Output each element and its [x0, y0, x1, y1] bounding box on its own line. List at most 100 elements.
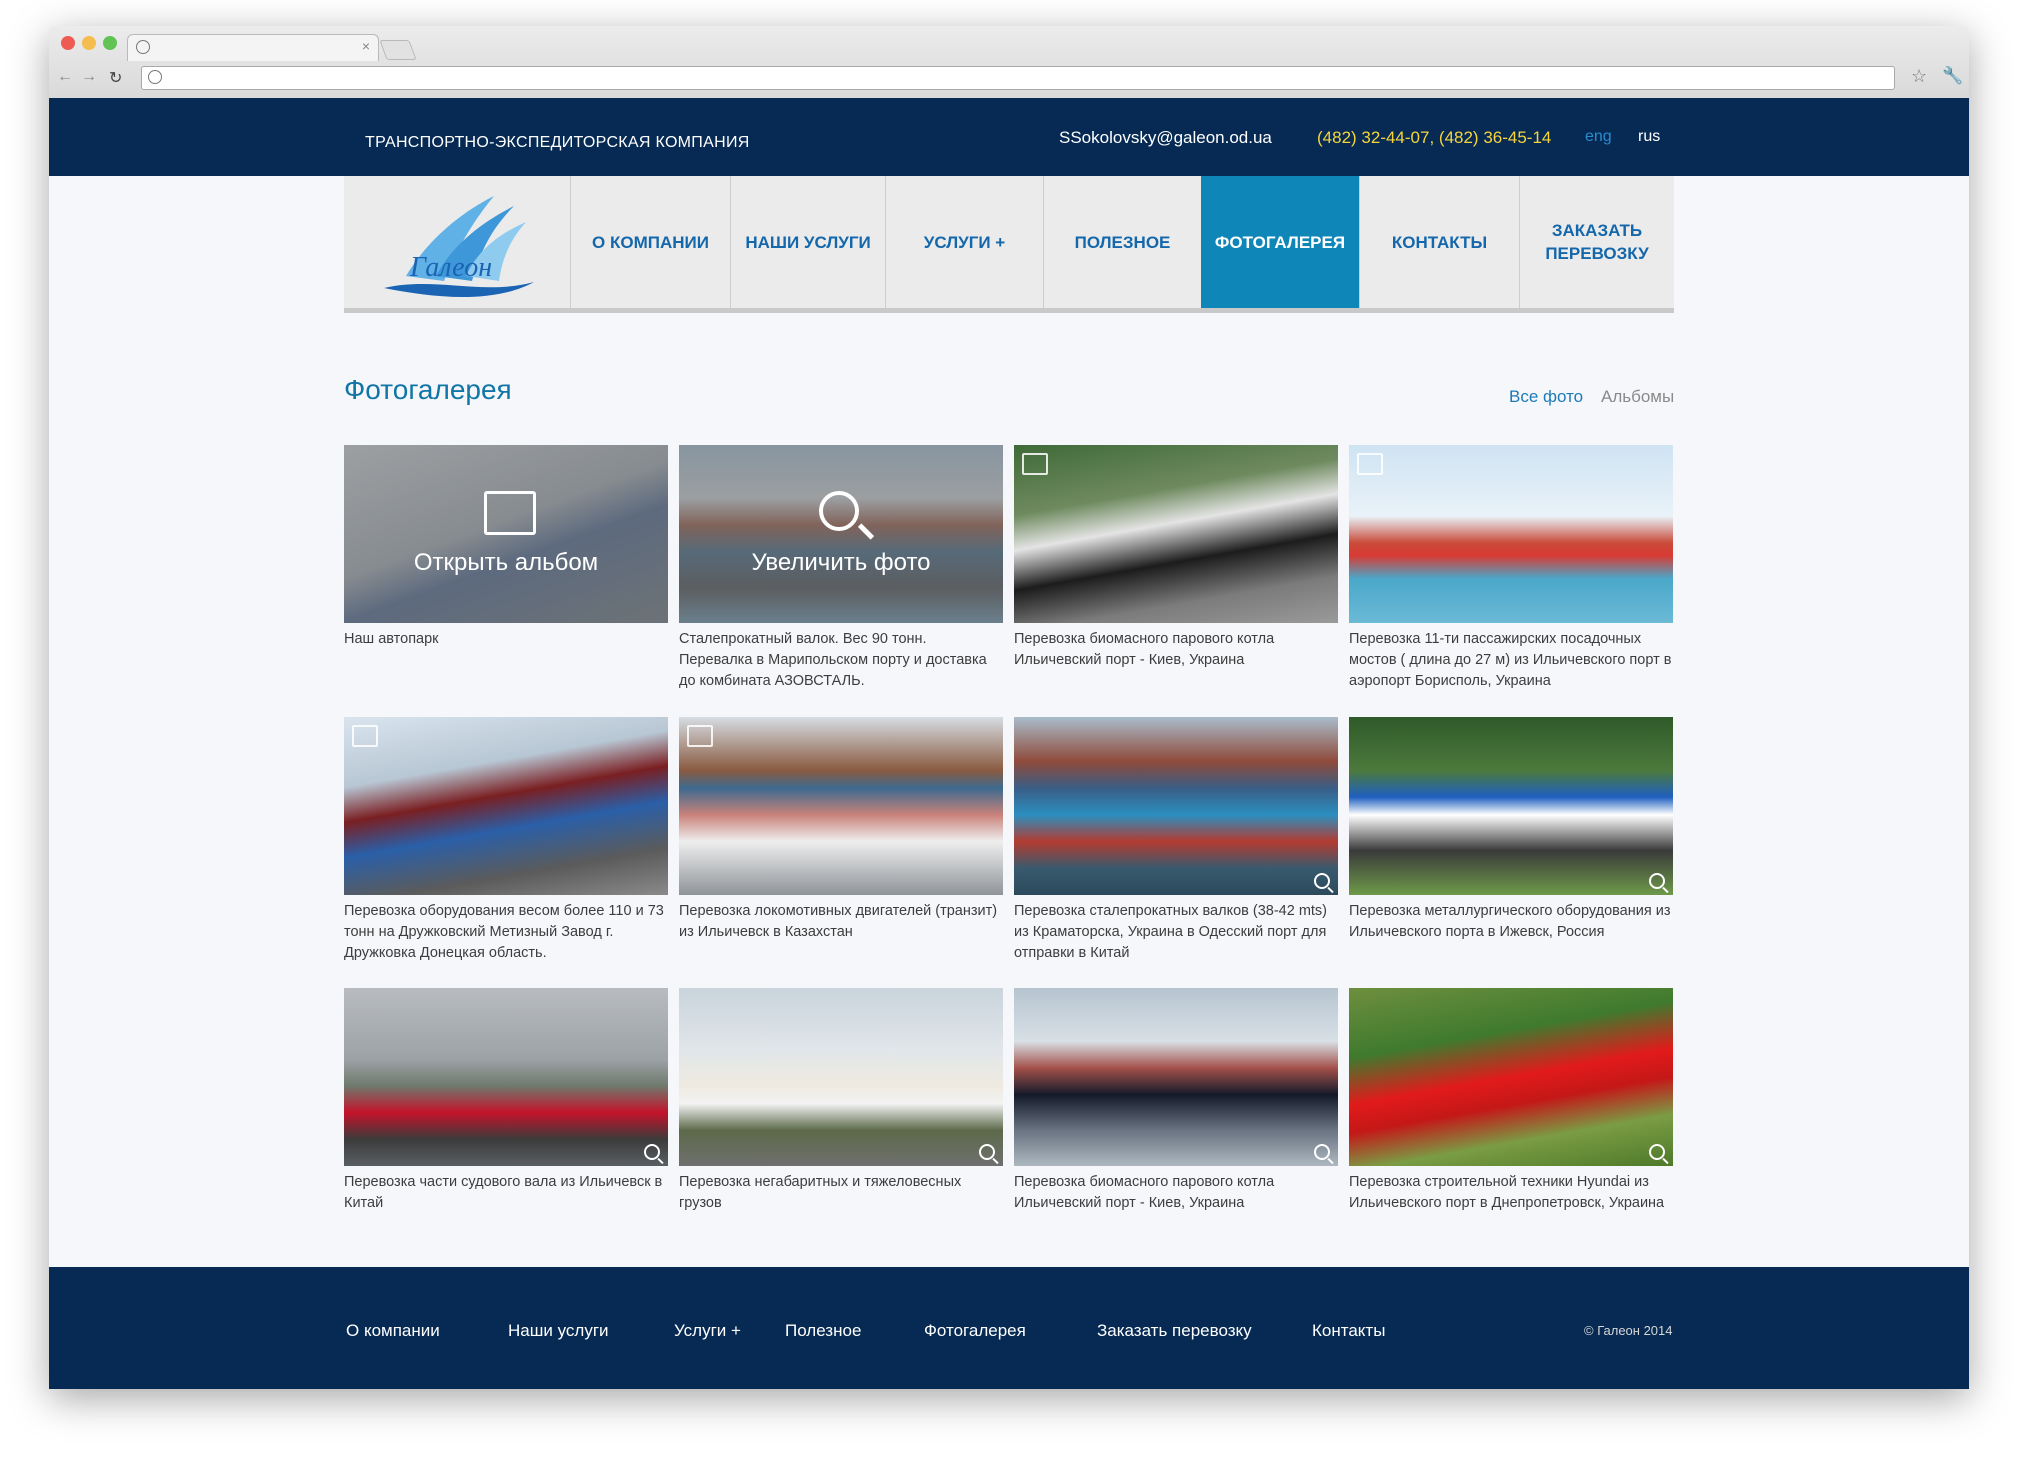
photo-caption: Перевозка биомасного парового котла Ильи… [1014, 1174, 1275, 1211]
page-title: Фотогалерея [344, 374, 512, 405]
close-tab-icon[interactable]: × [362, 38, 370, 54]
nav-useful[interactable]: ПОЛЕЗНОЕ [1043, 176, 1201, 308]
photo-red-truck-rain[interactable] [344, 988, 668, 1166]
logo-text: Галеон [410, 252, 493, 283]
filter-albums[interactable]: Альбомы [1601, 387, 1674, 407]
photo-caption: Перевозка негабаритных и тяжеловесных гр… [679, 1174, 962, 1211]
back-icon[interactable]: ← [57, 68, 73, 86]
filter-all-photos[interactable]: Все фото [1509, 387, 1583, 407]
nav-services-plus-label: УСЛУГИ + [923, 232, 1006, 252]
photo-caption: Перевозка сталепрокатных валков (38-42 m… [1014, 903, 1328, 961]
footer-link-gallery[interactable]: Фотогалерея [924, 1321, 1026, 1341]
image-icon [1022, 453, 1048, 475]
browser-window: × ← → ↻ ☆ 🔧 ТРАНСПОРТНО-ЭКСПЕДИТОРСКАЯ К… [49, 26, 1969, 1389]
photo-black-truck[interactable] [1014, 445, 1338, 623]
new-tab-button[interactable] [379, 40, 417, 60]
zoom-in-icon [819, 491, 859, 531]
nav-contacts[interactable]: КОНТАКТЫ [1359, 176, 1519, 308]
logo[interactable]: Галеон [344, 176, 570, 308]
photo-oversize-load[interactable] [679, 988, 1003, 1166]
nav-our-services[interactable]: НАШИ УСЛУГИ [730, 176, 885, 308]
zoom-in-icon[interactable] [1649, 873, 1665, 889]
zoom-window-button[interactable] [103, 36, 117, 50]
nav-services-plus[interactable]: УСЛУГИ + [885, 176, 1043, 308]
address-bar[interactable] [141, 66, 1895, 90]
copyright: © Галеон 2014 [1584, 1323, 1673, 1338]
nav-contacts-label: КОНТАКТЫ [1391, 232, 1488, 252]
sails-logo-icon [384, 196, 534, 297]
reload-icon[interactable]: ↻ [109, 68, 122, 88]
footer-link-contacts[interactable]: Контакты [1312, 1321, 1385, 1341]
gallery-item[interactable]: Перевозка сталепрокатных валков (38-42 m… [1014, 717, 1338, 964]
minimize-window-button[interactable] [82, 36, 96, 50]
lang-eng-link[interactable]: eng [1585, 128, 1612, 146]
window-controls [61, 36, 117, 50]
gallery-item[interactable]: Открыть альбом Наш автопарк [344, 445, 668, 650]
photo-container-truck[interactable] [679, 717, 1003, 895]
gallery-item[interactable]: Перевозка локомотивных двигателей (транз… [679, 717, 1003, 943]
photo-caption: Перевозка биомасного парового котла Ильи… [1014, 631, 1275, 668]
footer-link-order[interactable]: Заказать перевозку [1097, 1321, 1252, 1341]
close-window-button[interactable] [61, 36, 75, 50]
gallery-item[interactable]: Перевозка биомасного парового котла Ильи… [1014, 988, 1338, 1214]
phone-numbers: (482) 32-44-07, (482) 36-45-14 [1317, 128, 1552, 147]
footer-link-services[interactable]: Наши услуги [508, 1321, 609, 1341]
nav-order[interactable]: ЗАКАЗАТЬ ПЕРЕВОЗКУ [1519, 176, 1674, 308]
photo-caption: Наш автопарк [344, 631, 439, 647]
photo-caption: Перевозка части судового вала из Ильичев… [344, 1174, 663, 1211]
nav-useful-label: ПОЛЕЗНОЕ [1074, 232, 1171, 252]
footer-link-useful[interactable]: Полезное [785, 1321, 861, 1341]
gallery-item[interactable]: Перевозка металлургического оборудования… [1349, 717, 1673, 943]
footer-link-services-plus[interactable]: Услуги + [674, 1321, 741, 1341]
nav-our-services-label: НАШИ УСЛУГИ [745, 232, 871, 252]
image-icon [1357, 453, 1383, 475]
browser-tab[interactable]: × [127, 34, 379, 61]
nav-gallery-label: ФОТОГАЛЕРЕЯ [1214, 232, 1346, 252]
nav-gallery[interactable]: ФОТОГАЛЕРЕЯ [1201, 176, 1359, 308]
photo-red-truck-field[interactable] [1349, 988, 1673, 1166]
nav-about-label: О КОМПАНИИ [592, 232, 709, 252]
forward-icon[interactable]: → [81, 68, 97, 86]
photo-red-ship[interactable] [1349, 445, 1673, 623]
image-icon [352, 725, 378, 747]
photo-caption: Перевозка 11-ти пассажирских посадочных … [1349, 631, 1672, 689]
gallery-item[interactable]: Перевозка негабаритных и тяжеловесных гр… [679, 988, 1003, 1214]
zoom-in-icon[interactable] [1314, 1144, 1330, 1160]
footer-link-about[interactable]: О компании [346, 1321, 440, 1341]
photo-blue-truck[interactable] [1349, 717, 1673, 895]
nav-order-label: ЗАКАЗАТЬ ПЕРЕВОЗКУ [1545, 221, 1649, 263]
photo-crane-truck[interactable] [1014, 988, 1338, 1166]
photo-trucks-fleet[interactable]: Открыть альбом [344, 445, 668, 623]
gallery-item[interactable]: Перевозка оборудования весом более 110 и… [344, 717, 668, 964]
photo-container-ship[interactable]: Увеличить фото [679, 445, 1003, 623]
gallery-item[interactable]: Перевозка части судового вала из Ильичев… [344, 988, 668, 1214]
photo-caption: Перевозка оборудования весом более 110 и… [344, 903, 664, 961]
photo-caption: Перевозка локомотивных двигателей (транз… [679, 903, 998, 940]
gallery-item[interactable]: Увеличить фото Сталепрокатный валок. Вес… [679, 445, 1003, 692]
photo-ship-bow[interactable] [1014, 717, 1338, 895]
photo-trucks-row[interactable] [344, 717, 668, 895]
image-icon [687, 725, 713, 747]
footer: О компании Наши услуги Услуги + Полезное… [49, 1267, 1969, 1389]
gallery-item[interactable]: Перевозка 11-ти пассажирских посадочных … [1349, 445, 1673, 692]
album-icon [484, 491, 536, 535]
zoom-in-icon[interactable] [1649, 1144, 1665, 1160]
lang-rus-link[interactable]: rus [1638, 128, 1660, 146]
gallery-item[interactable]: Перевозка биомасного парового котла Ильи… [1014, 445, 1338, 671]
wrench-icon[interactable]: 🔧 [1942, 66, 1963, 86]
email-link[interactable]: SSokolovsky@galeon.od.ua [1059, 128, 1272, 148]
gallery-item[interactable]: Перевозка строительной техники Hyundai и… [1349, 988, 1673, 1214]
globe-icon [148, 70, 162, 84]
zoom-photo-label: Увеличить фото [751, 549, 931, 576]
photo-caption: Сталепрокатный валок. Вес 90 тонн. Перев… [679, 631, 987, 689]
company-tagline: ТРАНСПОРТНО-ЭКСПЕДИТОРСКАЯ КОМПАНИЯ [365, 134, 750, 151]
top-bar: ТРАНСПОРТНО-ЭКСПЕДИТОРСКАЯ КОМПАНИЯ SSok… [49, 98, 1969, 176]
bookmark-star-icon[interactable]: ☆ [1911, 66, 1927, 87]
browser-chrome: × ← → ↻ ☆ 🔧 [49, 26, 1969, 99]
zoom-in-icon[interactable] [644, 1144, 660, 1160]
nav-about[interactable]: О КОМПАНИИ [570, 176, 730, 308]
main-nav: Галеон О КОМПАНИИ НАШИ УСЛУГИ УСЛУГИ + П… [344, 176, 1674, 313]
photo-overlay [679, 445, 1003, 623]
zoom-in-icon[interactable] [1314, 873, 1330, 889]
zoom-in-icon[interactable] [979, 1144, 995, 1160]
